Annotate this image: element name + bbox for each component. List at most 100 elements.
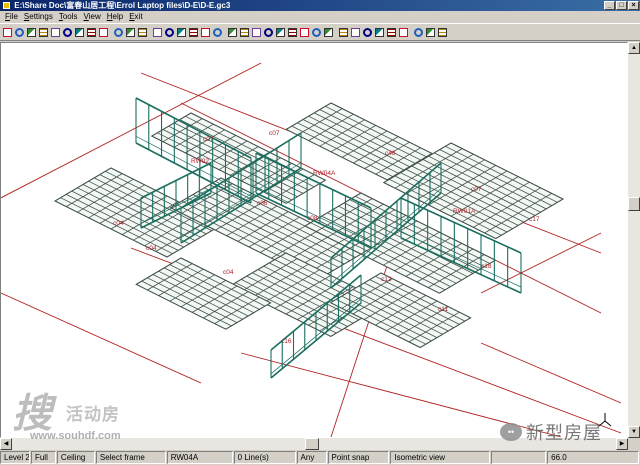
drawing-canvas[interactable]: RW02 c07 c07 RW04A c48 c04 c08 c06 c04 c04 RW01A c1… <box>0 42 628 438</box>
toolbar-button-28[interactable] <box>338 26 349 39</box>
eye-icon <box>264 27 273 37</box>
toolbar-button-18[interactable] <box>212 26 223 39</box>
toolbar-button-19[interactable] <box>227 26 238 39</box>
beam-icon <box>351 27 360 37</box>
frame-label: c18 <box>481 263 492 270</box>
toolbar-button-1[interactable] <box>2 26 13 39</box>
view-icon <box>252 27 261 37</box>
toolbar-button-17[interactable] <box>200 26 211 39</box>
status-blank <box>491 451 547 464</box>
title-bar: E:\Share Doc\富春山居工程\Errol Laptop files\D… <box>0 0 640 11</box>
toolbar-button-34[interactable] <box>413 26 424 39</box>
table-icon <box>375 27 384 37</box>
toolbar-button-30[interactable] <box>362 26 373 39</box>
toolbar-button-27[interactable] <box>323 26 334 39</box>
frame-member <box>148 142 162 150</box>
scroll-up-button[interactable]: ▲ <box>628 42 640 54</box>
toolbar-button-16[interactable] <box>188 26 199 39</box>
delete-icon <box>426 27 435 37</box>
scroll-down-button[interactable]: ▼ <box>628 426 640 438</box>
window-title: E:\Share Doc\富春山居工程\Errol Laptop files\D… <box>14 1 231 10</box>
rotate-icon <box>324 27 333 37</box>
app-icon <box>3 2 10 9</box>
door-icon <box>27 27 36 37</box>
menu-view[interactable]: View <box>81 11 104 23</box>
vertical-scrollbar[interactable]: ▲ ▼ <box>628 42 640 438</box>
shield-icon <box>63 27 72 37</box>
frame-member <box>135 135 149 144</box>
toolbar-button-6[interactable] <box>62 26 73 39</box>
toolbar-button-13[interactable] <box>152 26 163 39</box>
menu-help[interactable]: Help <box>104 11 126 23</box>
isometric-frame-view[interactable]: RW02 c07 c07 RW04A c48 c04 c08 c06 c04 c04 RW01A c1… <box>1 43 627 437</box>
frame-member <box>174 155 188 164</box>
maximize-button[interactable]: □ <box>616 1 627 10</box>
frame-label: c04 <box>146 245 157 252</box>
toolbar-button-25[interactable] <box>299 26 310 39</box>
window-icon <box>363 27 372 37</box>
frame-label: c16 <box>281 338 292 345</box>
vertical-scroll-thumb[interactable] <box>628 197 640 211</box>
frame-member <box>407 207 420 218</box>
toolbar <box>0 23 640 41</box>
truss-icon <box>138 27 147 37</box>
toolbar-button-26[interactable] <box>311 26 322 39</box>
window-controls: _ □ × <box>604 1 639 10</box>
toolbar-button-22[interactable] <box>263 26 274 39</box>
rotate-icon <box>276 27 285 37</box>
minimize-button[interactable]: _ <box>604 1 615 10</box>
toolbar-button-29[interactable] <box>350 26 361 39</box>
toolbar-button-36[interactable] <box>437 26 448 39</box>
menu-tools[interactable]: Tools <box>56 11 81 23</box>
status-level: Level 2 <box>0 451 30 464</box>
toolbar-button-8[interactable] <box>86 26 97 39</box>
toolbar-button-32[interactable] <box>386 26 397 39</box>
toolbar-button-14[interactable] <box>164 26 175 39</box>
toolbar-button-3[interactable] <box>26 26 37 39</box>
snap-icon <box>153 27 162 37</box>
frame-icon <box>240 27 249 37</box>
frame-member <box>161 149 175 157</box>
frame-label: c17 <box>529 216 540 223</box>
grid-icon <box>75 27 84 37</box>
toolbar-button-20[interactable] <box>239 26 250 39</box>
scroll-corner <box>628 438 640 450</box>
fill-icon <box>87 27 96 37</box>
toolbar-button-21[interactable] <box>251 26 262 39</box>
guide-line <box>240 352 562 437</box>
panel-copy-icon <box>15 27 24 37</box>
mesh-icon <box>51 27 60 37</box>
toolbar-button-11[interactable] <box>125 26 136 39</box>
menu-exit[interactable]: Exit <box>126 11 145 23</box>
scroll-right-button[interactable]: ▶ <box>616 438 628 450</box>
toolbar-button-7[interactable] <box>74 26 85 39</box>
horizontal-scroll-thumb[interactable] <box>305 438 319 450</box>
status-mode: Full <box>30 451 56 464</box>
menu-file[interactable]: File <box>2 11 21 23</box>
scroll-left-button[interactable]: ◀ <box>0 438 12 450</box>
toolbar-button-9[interactable] <box>98 26 109 39</box>
toolbar-button-12[interactable] <box>137 26 148 39</box>
menu-settings[interactable]: Settings <box>21 11 56 23</box>
toolbar-button-35[interactable] <box>425 26 436 39</box>
frame-label: c04 <box>223 269 234 276</box>
frame-member <box>341 264 354 275</box>
toolbar-button-31[interactable] <box>374 26 385 39</box>
status-lines: 0 Line(s) <box>233 451 296 464</box>
frame-label: c08 <box>307 215 318 222</box>
toolbar-button-4[interactable] <box>38 26 49 39</box>
toolbar-button-5[interactable] <box>50 26 61 39</box>
zoom-icon <box>177 27 186 37</box>
toolbar-button-24[interactable] <box>287 26 298 39</box>
frame-label: RW01A <box>453 208 476 215</box>
close-button[interactable]: × <box>628 1 639 10</box>
status-bar: Level 2 Full Ceiling Select frame RW04A … <box>0 451 640 465</box>
toolbar-button-33[interactable] <box>398 26 409 39</box>
toolbar-button-10[interactable] <box>113 26 124 39</box>
horizontal-scrollbar[interactable]: ◀ ▶ <box>0 438 628 450</box>
toolbar-button-2[interactable] <box>14 26 25 39</box>
frame-label: c12 <box>381 276 392 283</box>
toolbar-button-23[interactable] <box>275 26 286 39</box>
toolbar-button-15[interactable] <box>176 26 187 39</box>
frame-label: c11 <box>438 306 448 313</box>
